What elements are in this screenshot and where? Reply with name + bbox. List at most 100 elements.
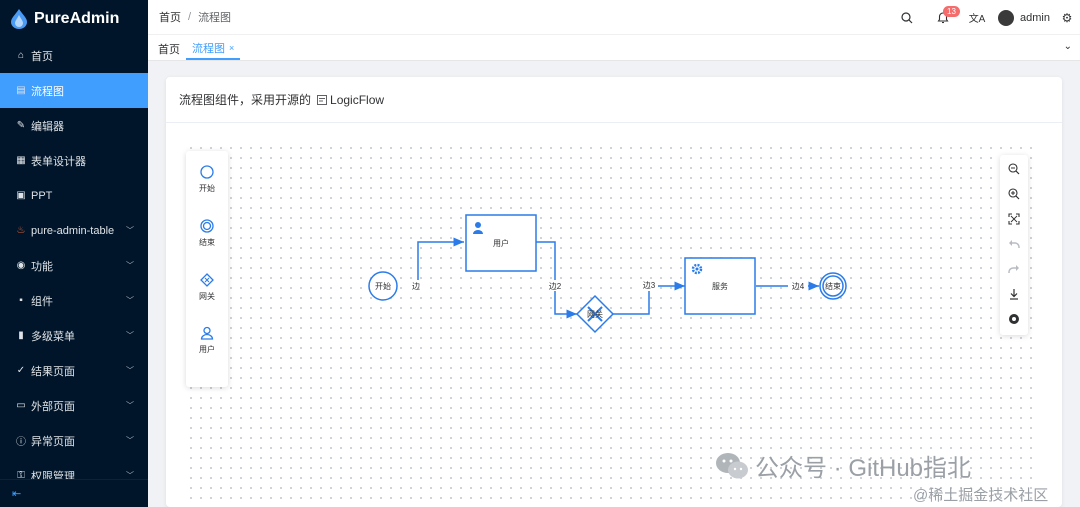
service-task-node[interactable]: 服务 — [684, 257, 756, 315]
zoom-out-icon — [1008, 163, 1020, 175]
topbar-actions: 13 文A admin ⚙ — [894, 0, 1080, 35]
wechat-icon — [716, 452, 748, 478]
gear-icon: ⚙ — [1061, 10, 1073, 25]
sidebar-item-label: 外部页面 — [31, 400, 75, 413]
chevron-down-icon: ﹀ — [126, 226, 134, 235]
logicflow-link[interactable]: LogicFlow — [317, 93, 384, 107]
sidebar-item-3[interactable]: ▦ 表单设计器 — [0, 143, 148, 178]
minimap-button[interactable] — [1006, 311, 1022, 327]
flowchart-icon: ▤ — [16, 85, 26, 96]
chevron-down-icon: ﹀ — [126, 296, 134, 305]
gateway-node[interactable]: 网关 — [575, 294, 615, 334]
sidebar-item-11[interactable]: ⓘ 异常页面 ﹀ — [0, 423, 148, 458]
edge-label-2: 边2 — [549, 281, 562, 291]
sidebar-item-label: pure-admin-table — [31, 224, 115, 237]
language-button[interactable]: 文A — [964, 0, 990, 35]
settings-button[interactable]: ⚙ — [1058, 0, 1076, 35]
edge-1[interactable] — [414, 237, 464, 287]
palette-item-user[interactable]: 用户 — [186, 326, 228, 355]
chevron-down-icon: ﹀ — [126, 261, 134, 270]
search-button[interactable] — [894, 0, 920, 35]
monitor-icon: ▭ — [16, 400, 26, 411]
edge-label-3: 边3 — [643, 280, 656, 290]
tab-flowchart[interactable]: 流程图 × — [186, 38, 241, 60]
sidebar-item-5[interactable]: ♨ pure-admin-table ﹀ — [0, 213, 148, 248]
sidebar-item-2[interactable]: ✎ 编辑器 — [0, 108, 148, 143]
user-task-node[interactable]: 用户 — [465, 214, 537, 272]
user-task-label: 用户 — [493, 238, 509, 248]
sidebar-item-0[interactable]: ⌂ 首页 — [0, 38, 148, 73]
sidebar-item-label: 首页 — [31, 50, 53, 63]
fit-icon — [1008, 213, 1020, 225]
fit-view-button[interactable] — [1006, 211, 1022, 227]
sidebar-item-9[interactable]: ✓ 结果页面 ﹀ — [0, 353, 148, 388]
chevron-down-icon[interactable]: ⌄ — [1064, 41, 1072, 52]
flowchart-card: 流程图组件，采用开源的 LogicFlow 边 边2 边3 边4 开始 用户 网… — [166, 77, 1062, 507]
sidebar-menu: ⌂ 首页 ▤ 流程图 ✎ 编辑器 ▦ 表单设计器 ▣ PPT ♨ pure-admin-table ﹀ ◉… — [0, 38, 148, 493]
chevron-down-icon: ﹀ — [126, 331, 134, 340]
watermark-source: @稀土掘金技术社区 — [913, 487, 1049, 504]
palette-label: 网关 — [199, 292, 215, 301]
translate-icon: 文A — [968, 14, 986, 25]
palette-label: 结束 — [199, 238, 215, 247]
username[interactable]: admin — [1020, 12, 1050, 24]
palette-label: 开始 — [199, 184, 215, 193]
collapse-sidebar-button[interactable]: ⇤ — [0, 479, 148, 507]
edit-icon: ✎ — [16, 120, 26, 131]
service-task-label: 服务 — [712, 281, 728, 291]
sidebar: PureAdmin ⌂ 首页 ▤ 流程图 ✎ 编辑器 ▦ 表单设计器 ▣ PPT ♨ pure-adm… — [0, 0, 148, 507]
start-node[interactable]: 开始 — [368, 271, 398, 301]
tab-label: 流程图 — [192, 43, 225, 55]
sidebar-item-label: 流程图 — [31, 85, 64, 98]
sidebar-item-6[interactable]: ◉ 功能 ﹀ — [0, 248, 148, 283]
sidebar-item-label: 结果页面 — [31, 365, 75, 378]
grid-icon: ▪ — [19, 295, 23, 306]
notification-button[interactable]: 13 — [930, 0, 960, 35]
download-button[interactable] — [1006, 286, 1022, 302]
sidebar-item-8[interactable]: ▮ 多级菜单 ﹀ — [0, 318, 148, 353]
sidebar-item-label: PPT — [31, 189, 53, 202]
undo-button[interactable] — [1006, 236, 1022, 252]
close-icon[interactable]: × — [229, 43, 234, 53]
tag-views: 首页 流程图 × ⌄ — [148, 35, 1080, 61]
node-palette: 开始 结束 网关 用户 — [186, 151, 228, 387]
palette-item-start[interactable]: 开始 — [186, 165, 228, 194]
redo-button[interactable] — [1006, 261, 1022, 277]
bar-chart-icon: ▮ — [18, 330, 24, 341]
sidebar-item-10[interactable]: ▭ 外部页面 ﹀ — [0, 388, 148, 423]
form-icon: ▦ — [16, 155, 26, 166]
sidebar-item-label: 功能 — [31, 260, 53, 273]
gateway-label: 网关 — [587, 309, 603, 319]
breadcrumb-separator: / — [188, 11, 192, 23]
card-header: 流程图组件，采用开源的 LogicFlow — [166, 77, 1062, 123]
search-icon — [901, 11, 913, 23]
zoom-out-button[interactable] — [1006, 161, 1022, 177]
tab-home[interactable]: 首页 — [152, 38, 186, 60]
sidebar-item-4[interactable]: ▣ PPT — [0, 178, 148, 213]
logicflow-link-label: LogicFlow — [330, 92, 385, 107]
edge-2[interactable] — [536, 241, 577, 319]
sidebar-item-label: 组件 — [31, 295, 53, 308]
minimap-icon — [1009, 314, 1019, 324]
palette-label: 用户 — [199, 345, 215, 354]
sidebar-item-7[interactable]: ▪ 组件 ﹀ — [0, 283, 148, 318]
zoom-in-button[interactable] — [1006, 186, 1022, 202]
app-logo[interactable]: PureAdmin — [0, 0, 148, 38]
diamond-icon — [200, 273, 214, 287]
undo-icon — [1009, 240, 1020, 248]
breadcrumb-home[interactable]: 首页 — [159, 9, 181, 25]
avatar[interactable] — [998, 9, 1015, 26]
chevron-down-icon: ﹀ — [126, 436, 134, 445]
palette-item-gateway[interactable]: 网关 — [186, 273, 228, 302]
app-name: PureAdmin — [34, 10, 120, 27]
function-icon: ◉ — [16, 260, 26, 271]
breadcrumb-current: 流程图 — [198, 12, 232, 24]
sidebar-item-label: 编辑器 — [31, 120, 64, 133]
topbar: 首页 / 流程图 13 文A admin ⚙ — [148, 0, 1080, 35]
sidebar-item-1[interactable]: ▤ 流程图 — [0, 73, 148, 108]
tab-label: 首页 — [158, 44, 180, 56]
end-node[interactable]: 结束 — [819, 272, 847, 300]
info-circle-icon: ⓘ — [16, 437, 26, 448]
sidebar-item-label: 表单设计器 — [31, 155, 86, 168]
palette-item-end[interactable]: 结束 — [186, 219, 228, 248]
